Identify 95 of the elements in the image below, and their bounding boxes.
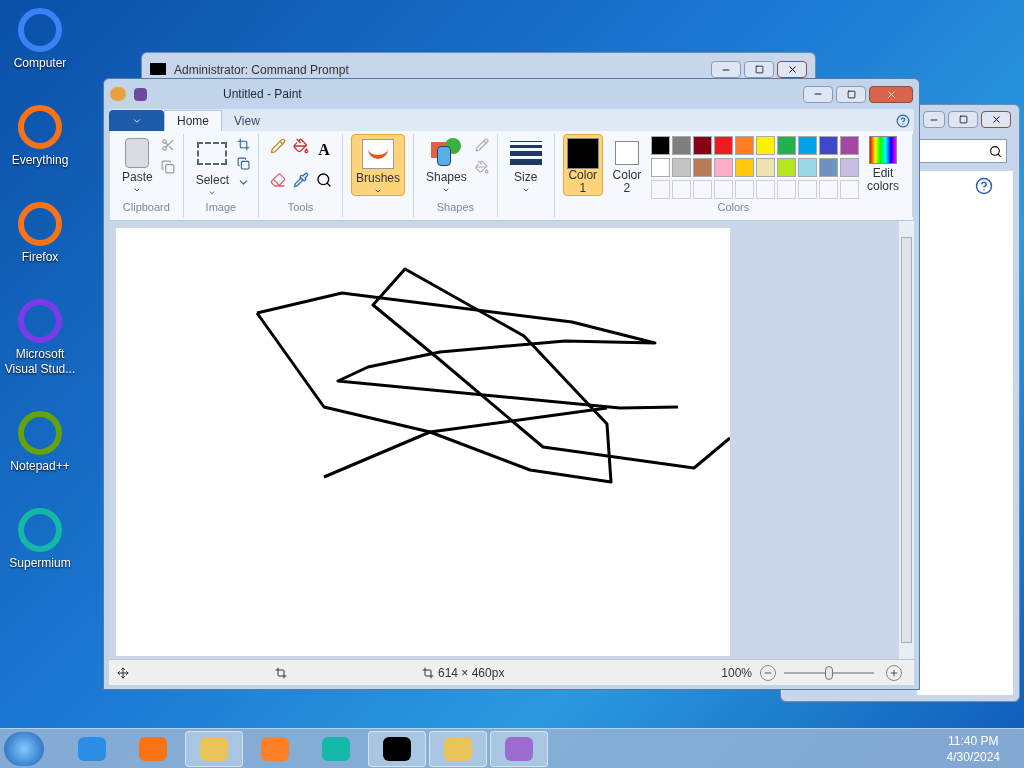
palette-swatch[interactable] [819, 158, 838, 177]
minimize-button[interactable] [923, 111, 945, 128]
close-button[interactable] [869, 85, 913, 103]
cut-icon [160, 138, 175, 152]
group-label: Shapes [436, 199, 474, 215]
ribbon-tab[interactable]: View [222, 110, 272, 131]
palette-swatch[interactable] [713, 158, 733, 177]
palette-swatch[interactable] [734, 158, 754, 177]
image-size-text: 614 × 460px [438, 664, 505, 682]
plus-icon [889, 667, 899, 678]
minimize-button[interactable] [711, 61, 741, 78]
help-icon [975, 177, 993, 195]
empty-palette-swatch[interactable] [650, 180, 670, 199]
desktop-icon-label[interactable]: Firefox [21, 250, 59, 265]
terminal-icon [150, 63, 166, 75]
palette-swatch[interactable] [650, 136, 670, 155]
help-icon [896, 114, 910, 128]
maximize-icon [958, 115, 968, 124]
caret-icon [442, 186, 451, 194]
caret-icon [133, 186, 142, 194]
empty-palette-swatch[interactable] [692, 180, 712, 199]
caret-icon [374, 187, 382, 195]
zoom-level-text: 100% [721, 664, 752, 682]
maximize-icon [754, 65, 764, 74]
cursor-position-icon [117, 666, 129, 679]
caret-icon [208, 188, 217, 196]
group-label: Clipboard [122, 199, 170, 215]
outline-icon [474, 138, 489, 152]
empty-palette-swatch[interactable] [756, 180, 775, 199]
palette-swatch[interactable] [756, 158, 775, 177]
maximize-button[interactable] [744, 61, 774, 78]
palette-swatch[interactable] [777, 136, 796, 155]
empty-palette-swatch[interactable] [819, 180, 838, 199]
text-tool[interactable]: A [313, 138, 335, 162]
size-button[interactable]: Size [505, 134, 546, 196]
desktop-icon-label[interactable]: Notepad++ [10, 459, 70, 474]
zoom-slider[interactable] [784, 665, 874, 680]
palette-swatch[interactable] [692, 158, 712, 177]
fill-icon [474, 160, 489, 174]
palette-swatch[interactable] [798, 158, 817, 177]
palette-swatch[interactable] [713, 136, 733, 155]
empty-palette-swatch[interactable] [798, 180, 817, 199]
close-icon [990, 114, 1002, 125]
palette-swatch[interactable] [650, 158, 670, 177]
group-label: Tools [287, 199, 314, 215]
palette-swatch[interactable] [692, 136, 712, 155]
empty-palette-swatch[interactable] [734, 180, 754, 199]
palette-swatch[interactable] [756, 136, 775, 155]
desktop-icon-label[interactable]: Computer [13, 56, 67, 71]
group-label: Image [205, 199, 237, 215]
empty-palette-swatch[interactable] [713, 180, 733, 199]
palette-swatch[interactable] [671, 158, 691, 177]
group-label: Colors [717, 200, 750, 215]
maximize-button[interactable] [836, 85, 866, 103]
file-menu-button[interactable] [109, 110, 164, 131]
close-icon [885, 88, 897, 100]
palette-swatch[interactable] [777, 158, 796, 177]
color-selector[interactable]: Color 1 [562, 134, 603, 196]
selection-size-icon [275, 666, 287, 679]
color-selector[interactable]: Color 2 [606, 134, 647, 196]
copy-icon [160, 160, 175, 174]
ribbon-tab[interactable]: Home [164, 110, 222, 131]
palette-swatch[interactable] [819, 136, 838, 155]
desktop-icon-label[interactable]: Microsoft Visual Stud... [0, 347, 80, 377]
maximize-button[interactable] [948, 111, 978, 128]
image-size-icon [422, 666, 434, 679]
close-button[interactable] [777, 61, 807, 78]
desktop-icon-label[interactable]: Everything [11, 153, 69, 168]
crop-icon [237, 138, 251, 151]
empty-palette-swatch[interactable] [671, 180, 691, 199]
select-button[interactable]: Select [191, 134, 234, 196]
brushes-button[interactable]: Brushes [350, 134, 405, 196]
palette-swatch[interactable] [734, 136, 754, 155]
close-button[interactable] [981, 111, 1011, 128]
palette-swatch[interactable] [840, 158, 859, 177]
desktop-icon-label[interactable]: Supermium [9, 556, 71, 571]
empty-palette-swatch[interactable] [777, 180, 796, 199]
palette-swatch[interactable] [840, 136, 859, 155]
empty-palette-swatch[interactable] [840, 180, 859, 199]
palette-swatch[interactable] [798, 136, 817, 155]
search-icon [989, 144, 1002, 158]
caret-icon [521, 186, 530, 194]
paste-button[interactable]: Paste [118, 134, 157, 196]
minimize-button[interactable] [803, 85, 833, 103]
zoom-slider-thumb[interactable] [825, 665, 833, 680]
maximize-icon [846, 89, 856, 99]
canvas-drawing[interactable] [116, 228, 730, 656]
close-icon [786, 64, 798, 75]
palette-swatch[interactable] [671, 136, 691, 155]
search-field[interactable] [919, 139, 1007, 163]
window-title: Administrator: Command Prompt [174, 62, 350, 79]
edit-colors-button[interactable]: Edit colors [862, 134, 904, 193]
window-title: Untitled - Paint [223, 86, 303, 103]
shapes-button[interactable]: Shapes [422, 134, 471, 196]
scrollbar[interactable] [899, 221, 914, 659]
